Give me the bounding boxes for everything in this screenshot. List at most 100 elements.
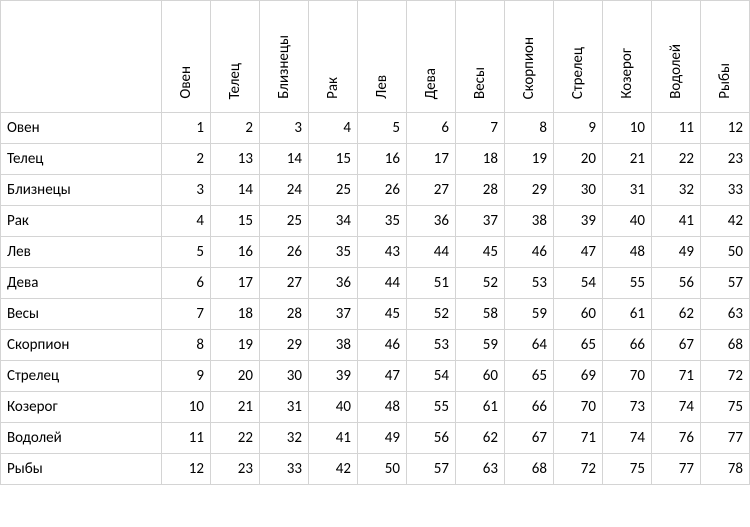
cell-value: 10 <box>603 113 652 144</box>
cell-value: 19 <box>505 144 554 175</box>
cell-value: 30 <box>554 175 603 206</box>
cell-value: 7 <box>456 113 505 144</box>
cell-value: 46 <box>358 330 407 361</box>
cell-value: 55 <box>603 268 652 299</box>
cell-value: 77 <box>652 454 701 485</box>
cell-value: 65 <box>505 361 554 392</box>
cell-value: 66 <box>505 392 554 423</box>
col-header-label: Рыбы <box>716 63 734 99</box>
cell-value: 60 <box>554 299 603 330</box>
table-row: Телец21314151617181920212223 <box>1 144 750 175</box>
cell-value: 69 <box>554 361 603 392</box>
cell-value: 28 <box>456 175 505 206</box>
row-header: Овен <box>1 113 162 144</box>
cell-value: 48 <box>603 237 652 268</box>
cell-value: 35 <box>309 237 358 268</box>
cell-value: 45 <box>358 299 407 330</box>
col-header: Водолей <box>652 1 701 113</box>
cell-value: 71 <box>554 423 603 454</box>
cell-value: 49 <box>358 423 407 454</box>
col-header: Скорпион <box>505 1 554 113</box>
cell-value: 47 <box>358 361 407 392</box>
cell-value: 72 <box>554 454 603 485</box>
cell-value: 51 <box>407 268 456 299</box>
cell-value: 67 <box>652 330 701 361</box>
cell-value: 77 <box>701 423 750 454</box>
col-header-label: Лев <box>373 75 391 99</box>
table-row: Овен123456789101112 <box>1 113 750 144</box>
cell-value: 50 <box>701 237 750 268</box>
col-header: Рыбы <box>701 1 750 113</box>
cell-value: 7 <box>162 299 211 330</box>
col-header-label: Скорпион <box>520 37 538 99</box>
cell-value: 4 <box>162 206 211 237</box>
row-header: Козерог <box>1 392 162 423</box>
row-header: Близнецы <box>1 175 162 206</box>
cell-value: 11 <box>162 423 211 454</box>
cell-value: 44 <box>407 237 456 268</box>
zodiac-matrix-table: Овен Телец Близнецы Рак Лев Дева Весы Ск… <box>0 0 750 485</box>
cell-value: 59 <box>505 299 554 330</box>
cell-value: 12 <box>162 454 211 485</box>
row-header: Рак <box>1 206 162 237</box>
col-header: Телец <box>211 1 260 113</box>
cell-value: 56 <box>407 423 456 454</box>
cell-value: 22 <box>652 144 701 175</box>
cell-value: 8 <box>162 330 211 361</box>
cell-value: 75 <box>701 392 750 423</box>
col-header: Дева <box>407 1 456 113</box>
row-header: Скорпион <box>1 330 162 361</box>
cell-value: 22 <box>211 423 260 454</box>
cell-value: 6 <box>407 113 456 144</box>
cell-value: 58 <box>456 299 505 330</box>
cell-value: 15 <box>309 144 358 175</box>
cell-value: 76 <box>652 423 701 454</box>
table-row: Дева61727364451525354555657 <box>1 268 750 299</box>
row-header: Лев <box>1 237 162 268</box>
cell-value: 37 <box>456 206 505 237</box>
cell-value: 46 <box>505 237 554 268</box>
col-header-label: Козерог <box>618 48 636 99</box>
cell-value: 15 <box>211 206 260 237</box>
cell-value: 25 <box>309 175 358 206</box>
col-header-label: Водолей <box>667 44 685 99</box>
col-header: Стрелец <box>554 1 603 113</box>
col-header-label: Весы <box>471 67 489 99</box>
cell-value: 13 <box>211 144 260 175</box>
header-row: Овен Телец Близнецы Рак Лев Дева Весы Ск… <box>1 1 750 113</box>
cell-value: 31 <box>603 175 652 206</box>
cell-value: 37 <box>309 299 358 330</box>
cell-value: 45 <box>456 237 505 268</box>
cell-value: 54 <box>554 268 603 299</box>
cell-value: 61 <box>456 392 505 423</box>
cell-value: 63 <box>701 299 750 330</box>
cell-value: 16 <box>211 237 260 268</box>
row-header: Дева <box>1 268 162 299</box>
cell-value: 62 <box>456 423 505 454</box>
table-row: Рыбы122333425057636872757778 <box>1 454 750 485</box>
cell-value: 39 <box>309 361 358 392</box>
table-row: Скорпион81929384653596465666768 <box>1 330 750 361</box>
cell-value: 11 <box>652 113 701 144</box>
cell-value: 12 <box>701 113 750 144</box>
cell-value: 47 <box>554 237 603 268</box>
cell-value: 23 <box>211 454 260 485</box>
cell-value: 50 <box>358 454 407 485</box>
table-row: Водолей112232414956626771747677 <box>1 423 750 454</box>
cell-value: 5 <box>162 237 211 268</box>
row-header: Телец <box>1 144 162 175</box>
col-header-label: Дева <box>422 68 440 99</box>
cell-value: 73 <box>603 392 652 423</box>
cell-value: 68 <box>701 330 750 361</box>
cell-value: 60 <box>456 361 505 392</box>
row-header: Стрелец <box>1 361 162 392</box>
cell-value: 29 <box>260 330 309 361</box>
cell-value: 9 <box>554 113 603 144</box>
cell-value: 26 <box>260 237 309 268</box>
cell-value: 19 <box>211 330 260 361</box>
cell-value: 72 <box>701 361 750 392</box>
cell-value: 41 <box>309 423 358 454</box>
cell-value: 6 <box>162 268 211 299</box>
cell-value: 35 <box>358 206 407 237</box>
cell-value: 9 <box>162 361 211 392</box>
